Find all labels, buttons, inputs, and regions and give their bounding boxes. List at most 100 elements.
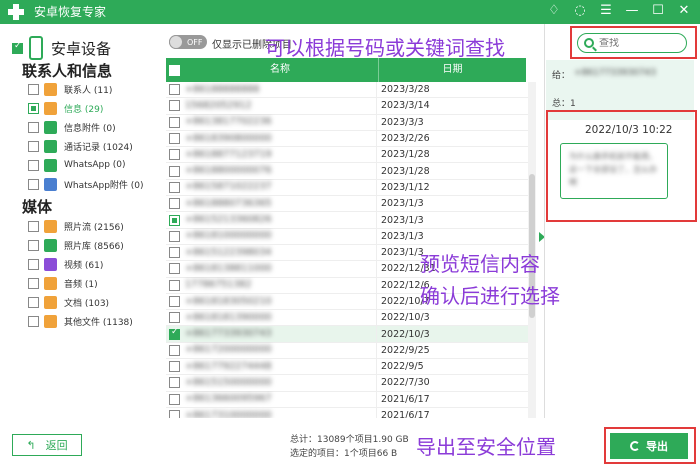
row-checkbox[interactable]: [169, 263, 180, 275]
category-label: 联系人 (11): [64, 85, 113, 96]
category-label: WhatsApp附件 (0): [64, 180, 144, 191]
message-icon: [44, 101, 57, 115]
row-date: 2023/1/12: [381, 181, 430, 193]
title-bar: 安卓恢复专家 ♢ ◌ ☰ — ☐ ✕: [0, 0, 700, 24]
back-label: 返回: [45, 439, 68, 452]
menu-icon[interactable]: ☰: [598, 3, 614, 19]
row-checkbox[interactable]: [169, 327, 180, 340]
table-row[interactable]: 15682052912 2023/3/14: [166, 97, 530, 115]
category-checkbox[interactable]: [28, 296, 39, 308]
row-checkbox[interactable]: [169, 279, 180, 291]
media-item[interactable]: 照片库 (8566): [28, 237, 124, 253]
chat-icon[interactable]: ◌: [572, 3, 588, 19]
contacts-item[interactable]: WhatsApp (0): [28, 157, 126, 173]
table-row[interactable]: +8615150000000 2022/7/30: [166, 375, 530, 392]
selected-stats: 选定的项目：1个项目66 B: [290, 449, 398, 459]
row-checkbox[interactable]: [169, 410, 180, 418]
category-checkbox[interactable]: [28, 121, 39, 133]
row-checkbox[interactable]: [169, 149, 180, 161]
row-date: 2023/2/26: [381, 133, 430, 145]
back-arrow-icon: ↰: [26, 438, 36, 452]
category-checkbox[interactable]: [28, 140, 39, 152]
device-checkbox[interactable]: [12, 41, 23, 54]
table-row[interactable]: +8613660095967 2021/6/17: [166, 391, 530, 408]
table-row[interactable]: +8615213360826 2023/1/3: [166, 212, 530, 229]
category-checkbox[interactable]: [28, 239, 39, 251]
phone-icon: [29, 36, 43, 60]
maximize-icon[interactable]: ☐: [650, 3, 666, 19]
row-checkbox[interactable]: [169, 100, 180, 112]
contacts-item[interactable]: WhatsApp附件 (0): [28, 176, 144, 192]
category-checkbox[interactable]: [28, 315, 39, 327]
row-date: 2022/10/3: [381, 328, 430, 340]
table-row[interactable]: +8613817702236 2023/3/3: [166, 114, 530, 131]
row-checkbox[interactable]: [169, 214, 180, 226]
back-button[interactable]: ↰ 返回: [12, 434, 82, 456]
preview-hint-2: 确认后进行选择: [420, 284, 560, 308]
row-checkbox[interactable]: [169, 361, 180, 373]
table-row[interactable]: +8617310000000 2021/6/17: [166, 407, 530, 418]
row-checkbox[interactable]: [169, 377, 180, 389]
media-item[interactable]: 文档 (103): [28, 294, 109, 310]
whatsapp-attachment-icon: [44, 177, 57, 191]
contacts-item[interactable]: 联系人 (11): [28, 81, 112, 97]
vip-icon[interactable]: ♢: [546, 3, 562, 19]
table-row[interactable]: +8617200000000 2022/9/25: [166, 342, 530, 360]
table-row[interactable]: +8618880736365 2023/1/3: [166, 195, 530, 213]
contacts-item[interactable]: 信息附件 (0): [28, 119, 116, 135]
media-item[interactable]: 视频 (61): [28, 256, 103, 272]
row-checkbox[interactable]: [169, 393, 180, 405]
column-name-header[interactable]: 名称: [182, 58, 379, 82]
table-row[interactable]: +8615871022237 2023/1/12: [166, 179, 530, 197]
photo-library-icon: [44, 238, 57, 252]
table-row[interactable]: +8618800000076 2023/1/28: [166, 163, 530, 180]
category-checkbox[interactable]: [28, 258, 39, 270]
search-hint: 可以根据号码或关键词查找: [265, 36, 505, 60]
device-row[interactable]: 安卓设备: [12, 36, 111, 60]
row-checkbox[interactable]: [169, 181, 180, 193]
table-row[interactable]: +8618390800000 2023/2/26: [166, 130, 530, 148]
row-checkbox[interactable]: [169, 198, 180, 210]
minimize-icon[interactable]: —: [624, 3, 640, 19]
row-checkbox[interactable]: [169, 165, 180, 177]
category-checkbox[interactable]: [28, 277, 39, 289]
select-all-checkbox[interactable]: [168, 64, 180, 76]
row-date: 2023/1/28: [381, 165, 430, 177]
row-checkbox[interactable]: [169, 84, 180, 96]
category-checkbox[interactable]: [28, 102, 39, 114]
media-item[interactable]: 照片流 (2156): [28, 218, 124, 234]
call-log-icon: [44, 139, 57, 153]
row-checkbox[interactable]: [169, 247, 180, 259]
category-checkbox[interactable]: [28, 220, 39, 232]
row-checkbox[interactable]: [169, 230, 180, 242]
contacts-item[interactable]: 通话记录 (1024): [28, 138, 133, 154]
row-checkbox[interactable]: [169, 312, 180, 324]
table-row[interactable]: +8618877123719 2023/1/28: [166, 146, 530, 164]
deleted-only-toggle[interactable]: OFF: [169, 35, 207, 49]
media-item[interactable]: 音频 (1): [28, 275, 98, 291]
row-checkbox[interactable]: [169, 116, 180, 128]
row-name: +8617200000000: [180, 342, 377, 359]
window-controls: ♢ ◌ ☰ — ☐ ✕: [546, 3, 692, 19]
row-date: 2023/3/3: [381, 116, 424, 128]
table-row[interactable]: +86188888888 2023/3/28: [166, 82, 530, 99]
media-item[interactable]: 其他文件 (1138): [28, 313, 133, 329]
table-row[interactable]: +8617792274448 2022/9/5: [166, 358, 530, 376]
column-date-header[interactable]: 日期: [379, 58, 526, 82]
table-row[interactable]: +8618181390000 2022/10/3: [166, 309, 530, 327]
table-row[interactable]: +8618100000000 2023/1/3: [166, 228, 530, 245]
row-checkbox[interactable]: [169, 344, 180, 356]
category-checkbox[interactable]: [28, 178, 39, 190]
close-icon[interactable]: ✕: [676, 3, 692, 19]
row-date: 2022/9/5: [381, 361, 424, 373]
contacts-item[interactable]: 信息 (29): [28, 100, 103, 116]
row-date: 2022/7/30: [381, 377, 430, 389]
row-checkbox[interactable]: [169, 133, 180, 145]
category-checkbox[interactable]: [28, 83, 39, 95]
table-row[interactable]: +8617733930743 2022/10/3: [166, 326, 530, 343]
row-checkbox[interactable]: [169, 296, 180, 307]
row-name: +8617792274448: [180, 358, 377, 375]
row-name: +8618181390000: [180, 309, 377, 326]
category-checkbox[interactable]: [28, 159, 39, 171]
category-label: 音频 (1): [64, 279, 98, 290]
